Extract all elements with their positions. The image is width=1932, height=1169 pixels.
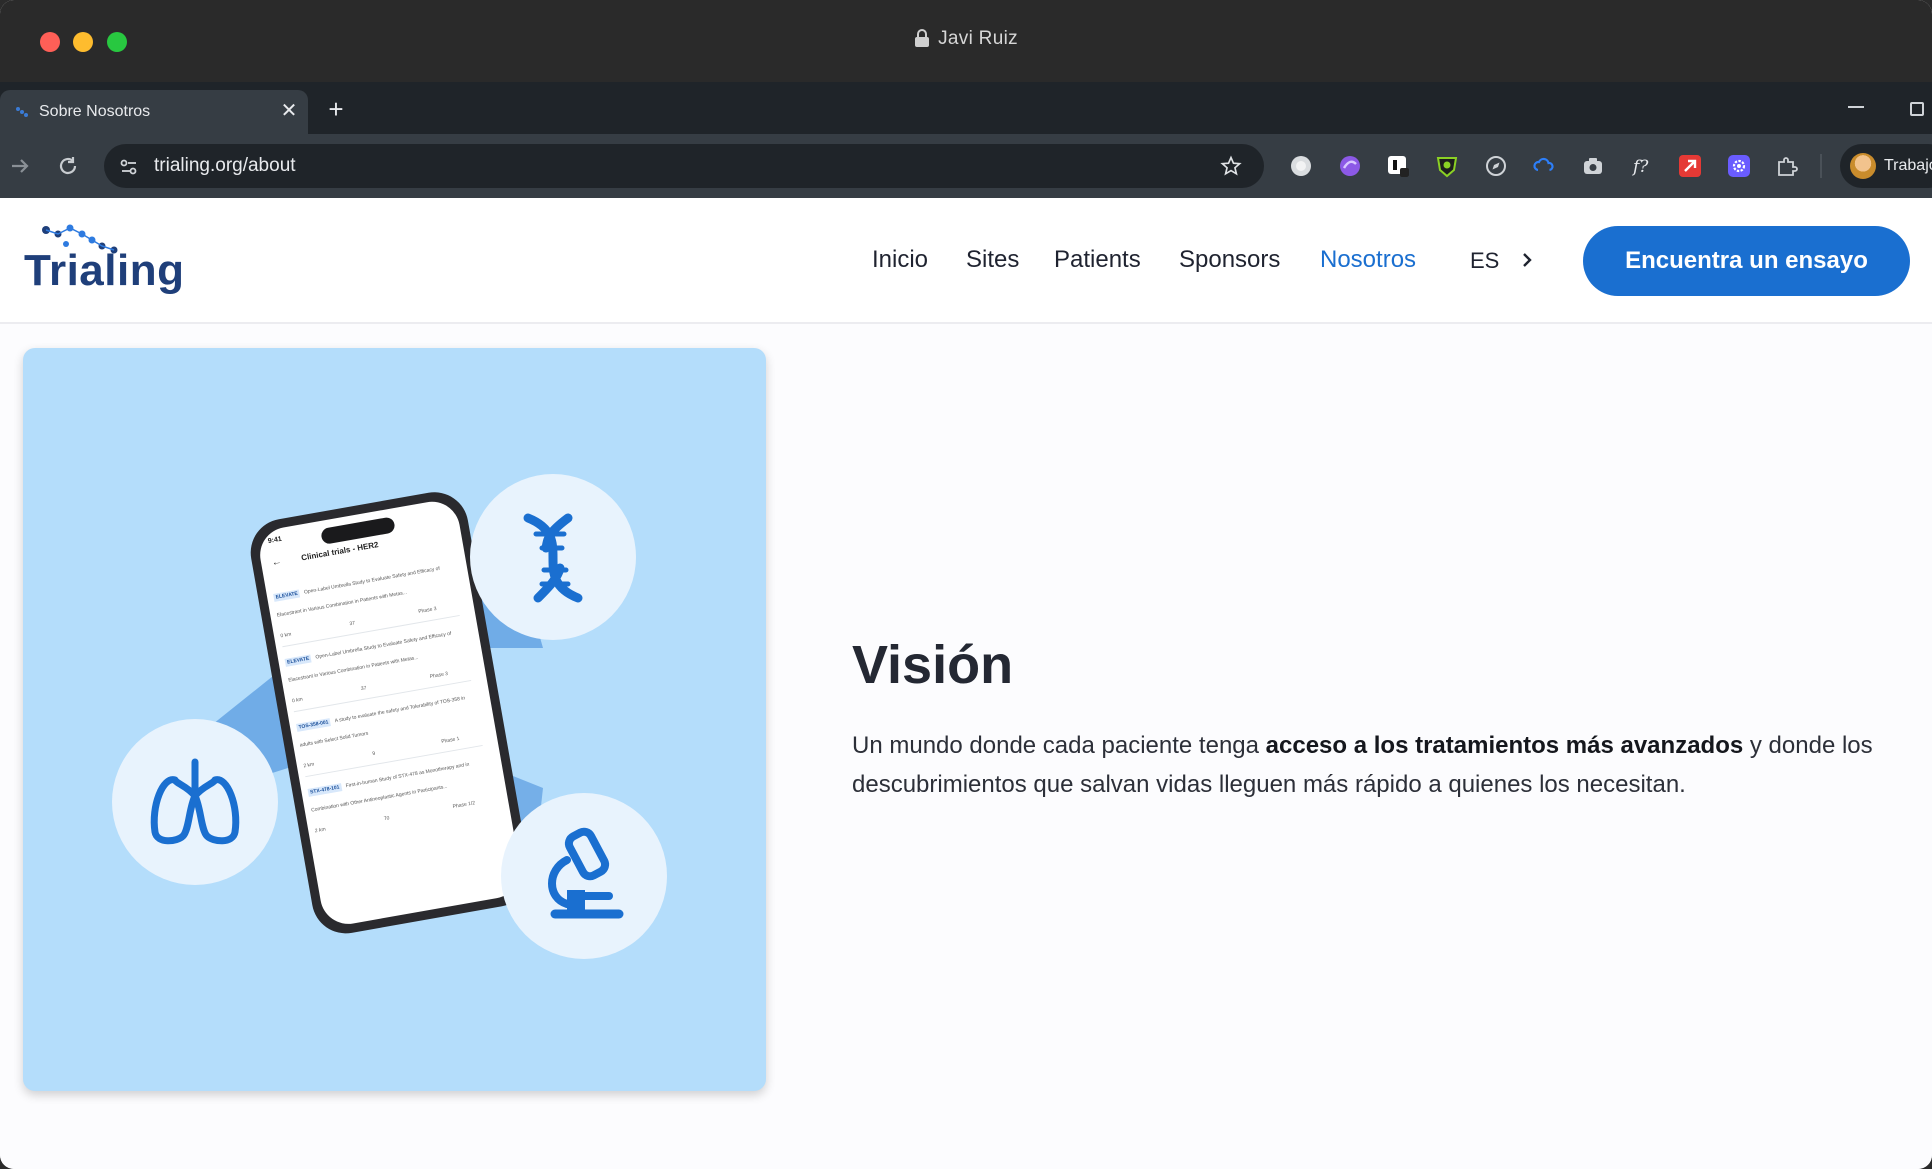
profile-button[interactable]: Trabajo — [1840, 144, 1932, 188]
browser-toolbar: trialing.org/about f? Trabajo — [0, 134, 1932, 198]
trial-distance: 2 km — [302, 761, 315, 770]
extension-gray-circle-icon[interactable] — [1289, 154, 1313, 178]
avatar — [1850, 153, 1876, 179]
trial-count: 70 — [383, 815, 390, 823]
tab-strip: Sobre Nosotros ✕ + — [0, 82, 1932, 134]
find-trial-button[interactable]: Encuentra un ensayo — [1583, 226, 1910, 296]
extension-purple-orb-icon[interactable] — [1338, 154, 1362, 178]
extension-notion-icon[interactable] — [1386, 154, 1410, 178]
restore-icon[interactable] — [1910, 102, 1924, 116]
trial-count: 37 — [349, 620, 356, 628]
nav-sites[interactable]: Sites — [966, 246, 1019, 274]
toolbar-separator — [1820, 154, 1822, 178]
trial-phase: Phase 1 — [440, 735, 460, 745]
hero-illustration: 9:41 ← Clinical trials - HER2 ELEVATE Op… — [23, 348, 766, 1091]
window-title-text: Javi Ruiz — [938, 28, 1018, 49]
nav-inicio[interactable]: Inicio — [872, 246, 928, 274]
svg-text:f?: f? — [1631, 157, 1649, 177]
nav-nosotros[interactable]: Nosotros — [1320, 246, 1416, 274]
back-arrow-icon: ← — [270, 556, 283, 569]
dna-icon — [523, 513, 583, 603]
minimize-icon[interactable] — [1848, 106, 1864, 108]
url-text: trialing.org/about — [154, 155, 296, 176]
microscope-icon — [548, 827, 624, 919]
vision-body: Un mundo donde cada paciente tenga acces… — [852, 726, 1902, 804]
window-title: Javi Ruiz — [0, 28, 1932, 50]
vision-body-bold: acceso a los tratamientos más avanzados — [1265, 732, 1744, 759]
logo-text: Trialing — [24, 246, 185, 295]
trial-distance: 2 km — [314, 826, 327, 835]
extension-gear-badge-icon[interactable] — [1727, 154, 1751, 178]
site-header: Trialing Inicio Sites Patients Sponsors … — [0, 198, 1932, 324]
trial-phase: Phase 3 — [429, 670, 449, 680]
trial-count: 9 — [371, 750, 376, 758]
bookmark-star-icon[interactable] — [1220, 155, 1242, 177]
address-bar[interactable]: trialing.org/about — [104, 144, 1264, 188]
profile-label: Trabajo — [1884, 157, 1932, 174]
phone-header: Clinical trials - HER2 — [300, 540, 380, 563]
web-page: Trialing Inicio Sites Patients Sponsors … — [0, 198, 1932, 1169]
tab-sobre-nosotros[interactable]: Sobre Nosotros ✕ — [0, 90, 308, 134]
trialing-favicon-icon — [16, 107, 28, 117]
tab-close-icon[interactable]: ✕ — [278, 100, 300, 122]
reload-icon[interactable] — [56, 154, 80, 178]
extension-camera-icon[interactable] — [1581, 154, 1605, 178]
trial-tag: ELEVATE — [273, 589, 301, 602]
forward-arrow-icon[interactable] — [8, 154, 32, 178]
trial-tag: ELEVATE — [284, 654, 312, 667]
lungs-icon — [150, 758, 240, 845]
extension-cloud-icon[interactable] — [1532, 154, 1556, 178]
new-tab-button[interactable]: + — [322, 96, 350, 124]
trial-distance: 0 km — [280, 631, 292, 640]
language-selector[interactable]: ES — [1470, 248, 1499, 274]
trial-distance: 0 km — [291, 696, 304, 705]
nav-sponsors[interactable]: Sponsors — [1179, 246, 1280, 274]
browser-window: Javi Ruiz Sobre Nosotros ✕ + trialing.or… — [0, 0, 1932, 1169]
trialing-logo[interactable]: Trialing — [22, 224, 184, 300]
lock-icon — [915, 29, 930, 47]
vision-body-pre: Un mundo donde cada paciente tenga — [852, 732, 1266, 759]
chevron-right-icon[interactable] — [1518, 248, 1536, 272]
extension-red-arrow-icon[interactable] — [1678, 154, 1702, 178]
trial-phase: Phase 3 — [417, 605, 438, 616]
extension-compass-icon[interactable] — [1484, 154, 1508, 178]
trial-tag: STX-478-101 — [307, 783, 343, 797]
phone-status-time: 9:41 — [267, 535, 283, 546]
site-settings-icon[interactable] — [118, 156, 140, 178]
window-title-bar: Javi Ruiz — [0, 0, 1932, 82]
nav-patients[interactable]: Patients — [1054, 246, 1141, 274]
trial-tag: TOS-358-001 — [296, 718, 332, 732]
tab-title: Sobre Nosotros — [39, 103, 151, 120]
trial-count: 37 — [360, 685, 367, 693]
extension-formula-icon[interactable]: f? — [1630, 154, 1654, 178]
extension-green-shield-icon[interactable] — [1435, 154, 1459, 178]
vision-title: Visión — [852, 635, 1014, 695]
trial-phase: Phase 1/2 — [452, 800, 476, 810]
extensions-puzzle-icon[interactable] — [1775, 154, 1799, 178]
